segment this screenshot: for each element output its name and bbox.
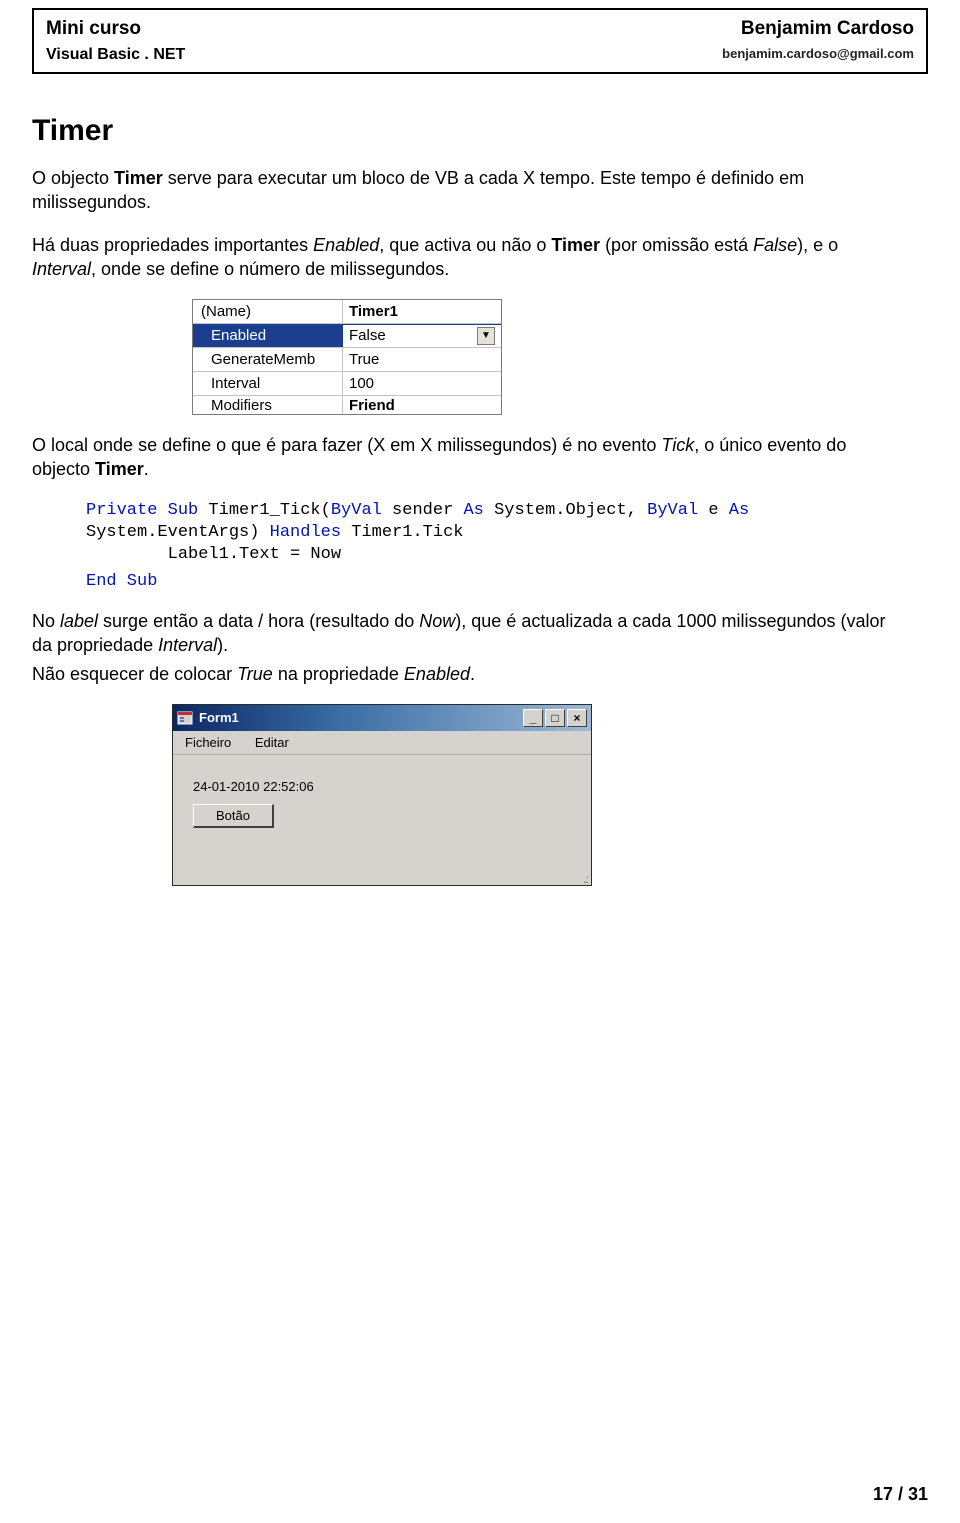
paragraph-3: O local onde se define o que é para faze… bbox=[32, 433, 902, 482]
property-value: Timer1 bbox=[343, 301, 501, 322]
code-block: Private Sub Timer1_Tick(ByVal sender As … bbox=[86, 500, 928, 566]
datetime-label: 24-01-2010 22:52:06 bbox=[193, 779, 571, 794]
dropdown-arrow-icon[interactable]: ▼ bbox=[477, 327, 495, 345]
property-grid: (Name) Timer1 Enabled False ▼ GenerateMe… bbox=[192, 299, 502, 415]
window-title: Form1 bbox=[199, 710, 523, 725]
course-subtitle: Visual Basic . NET bbox=[46, 46, 185, 64]
maximize-icon: □ bbox=[551, 711, 558, 725]
course-title: Mini curso bbox=[46, 18, 185, 40]
property-row-interval: Interval 100 bbox=[193, 372, 501, 396]
paragraph-2: Há duas propriedades importantes Enabled… bbox=[32, 233, 902, 282]
close-button[interactable]: × bbox=[567, 709, 587, 727]
property-row-modifiers: Modifiers Friend bbox=[193, 396, 501, 414]
property-name: Enabled bbox=[193, 324, 343, 347]
page-number: 17 / 31 bbox=[873, 1484, 928, 1505]
property-row-generatememb: GenerateMemb True bbox=[193, 348, 501, 372]
property-name: GenerateMemb bbox=[193, 348, 343, 371]
resize-grip-icon[interactable]: ..: bbox=[583, 876, 587, 883]
property-value[interactable]: False ▼ bbox=[343, 325, 501, 347]
property-name: (Name) bbox=[193, 300, 343, 323]
property-name: Interval bbox=[193, 372, 343, 395]
property-value: Friend bbox=[343, 396, 501, 414]
document-header: Mini curso Visual Basic . NET Benjamim C… bbox=[32, 8, 928, 74]
menu-ficheiro[interactable]: Ficheiro bbox=[185, 735, 231, 750]
property-row-enabled[interactable]: Enabled False ▼ bbox=[193, 324, 501, 348]
form-icon bbox=[177, 710, 193, 726]
property-row-name: (Name) Timer1 bbox=[193, 300, 501, 324]
form-window: Form1 _ □ × Ficheiro Editar 24-01-2010 2… bbox=[172, 704, 592, 886]
menu-editar[interactable]: Editar bbox=[255, 735, 289, 750]
property-value: 100 bbox=[343, 373, 501, 394]
code-end-sub: End Sub bbox=[86, 572, 928, 591]
botao-button[interactable]: Botão bbox=[193, 804, 274, 828]
maximize-button[interactable]: □ bbox=[545, 709, 565, 727]
close-icon: × bbox=[573, 711, 580, 725]
paragraph-4: No label surge então a data / hora (resu… bbox=[32, 609, 902, 658]
menubar: Ficheiro Editar bbox=[173, 731, 591, 755]
minimize-icon: _ bbox=[530, 711, 537, 725]
titlebar: Form1 _ □ × bbox=[173, 705, 591, 731]
property-name: Modifiers bbox=[193, 396, 343, 414]
property-value: True bbox=[343, 349, 501, 370]
paragraph-5: Não esquecer de colocar True na propried… bbox=[32, 662, 902, 686]
author-name: Benjamim Cardoso bbox=[722, 18, 914, 40]
paragraph-1: O objecto Timer serve para executar um b… bbox=[32, 166, 902, 215]
section-title: Timer bbox=[32, 114, 928, 148]
author-email: benjamim.cardoso@gmail.com bbox=[722, 46, 914, 61]
minimize-button[interactable]: _ bbox=[523, 709, 543, 727]
